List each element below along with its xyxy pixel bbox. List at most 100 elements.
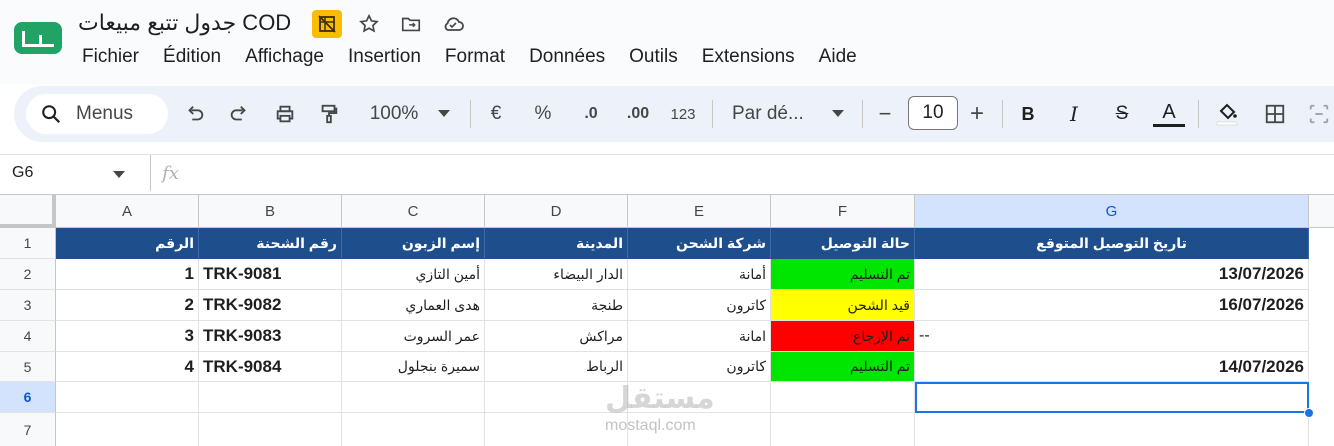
strikethrough-button[interactable]: S xyxy=(1108,96,1136,132)
status-cell[interactable]: تم التسليم xyxy=(771,352,915,382)
zoom-dropdown-icon[interactable] xyxy=(432,96,456,132)
empty-cell[interactable] xyxy=(771,413,915,446)
table-cell[interactable]: سميرة بنجلول xyxy=(342,352,485,382)
row-header-5[interactable]: 5 xyxy=(0,352,56,382)
borders-icon[interactable] xyxy=(1260,96,1290,132)
zoom-select[interactable]: 100% xyxy=(364,96,424,132)
column-header-e[interactable]: E xyxy=(628,195,771,228)
row-header-4[interactable]: 4 xyxy=(0,321,56,352)
font-size-increase-button[interactable]: + xyxy=(964,96,990,132)
column-header-f[interactable]: F xyxy=(771,195,915,228)
table-cell[interactable]: عمر السروت xyxy=(342,321,485,352)
cloud-status-icon[interactable] xyxy=(438,10,468,38)
header-cell[interactable]: شركة الشحن xyxy=(628,228,771,259)
menu-donnees[interactable]: Données xyxy=(517,44,617,70)
table-cell[interactable]: طنجة xyxy=(485,290,628,321)
table-cell[interactable]: 16/07/2026 xyxy=(915,290,1309,321)
column-header-c[interactable]: C xyxy=(342,195,485,228)
table-cell[interactable]: 4 xyxy=(56,352,199,382)
table-cell[interactable]: الدار البيضاء xyxy=(485,259,628,290)
currency-button[interactable]: € xyxy=(484,96,508,132)
status-cell[interactable]: تم الإرجاع xyxy=(771,321,915,352)
table-cell[interactable]: الرباط xyxy=(485,352,628,382)
column-header-h[interactable] xyxy=(1309,195,1334,228)
table-cell[interactable]: مراكش xyxy=(485,321,628,352)
table-cell[interactable]: TRK-9081 xyxy=(199,259,342,290)
table-cell[interactable]: 2 xyxy=(56,290,199,321)
empty-cell[interactable] xyxy=(199,413,342,446)
table-cell[interactable]: كاترون xyxy=(628,352,771,382)
header-cell[interactable]: رقم الشحنة xyxy=(199,228,342,259)
paint-format-icon[interactable] xyxy=(314,96,344,132)
status-cell[interactable]: تم التسليم xyxy=(771,259,915,290)
menu-search[interactable]: Menus xyxy=(26,94,168,134)
font-size-decrease-button[interactable]: − xyxy=(872,96,898,132)
menu-outils[interactable]: Outils xyxy=(617,44,690,70)
empty-cell[interactable] xyxy=(771,382,915,413)
empty-cell[interactable] xyxy=(342,382,485,413)
decrease-decimal-button[interactable]: .0 xyxy=(574,96,608,132)
menu-insertion[interactable]: Insertion xyxy=(336,44,433,70)
menu-edition[interactable]: Édition xyxy=(151,44,233,70)
menu-extensions[interactable]: Extensions xyxy=(690,44,807,70)
spreadsheet-badge-icon[interactable] xyxy=(312,10,342,38)
print-icon[interactable] xyxy=(270,96,300,132)
menu-aide[interactable]: Aide xyxy=(807,44,869,70)
column-header-a[interactable]: A xyxy=(56,195,199,228)
table-cell[interactable]: هدى العماري xyxy=(342,290,485,321)
table-cell[interactable]: 1 xyxy=(56,259,199,290)
text-color-button[interactable]: A xyxy=(1152,96,1186,132)
move-folder-icon[interactable] xyxy=(396,10,426,38)
status-cell[interactable]: قيد الشحن xyxy=(771,290,915,321)
table-cell[interactable]: TRK-9083 xyxy=(199,321,342,352)
empty-cell[interactable] xyxy=(199,382,342,413)
table-cell[interactable]: 14/07/2026 xyxy=(915,352,1309,382)
empty-cell[interactable] xyxy=(342,413,485,446)
empty-cell[interactable] xyxy=(56,413,199,446)
row-header-6[interactable]: 6 xyxy=(0,382,56,413)
column-header-b[interactable]: B xyxy=(199,195,342,228)
name-box-dropdown-icon[interactable] xyxy=(113,166,125,184)
table-cell[interactable]: كاترون xyxy=(628,290,771,321)
undo-icon[interactable] xyxy=(180,96,210,132)
row-header-7[interactable]: 7 xyxy=(0,413,56,446)
column-header-g[interactable]: G xyxy=(915,195,1309,228)
fill-color-icon[interactable] xyxy=(1212,96,1242,132)
row-header-2[interactable]: 2 xyxy=(0,259,56,290)
column-header-d[interactable]: D xyxy=(485,195,628,228)
sheets-logo-icon[interactable] xyxy=(14,22,62,54)
table-cell[interactable]: -- xyxy=(915,321,1309,352)
font-size-input[interactable]: 10 xyxy=(908,96,958,130)
table-cell[interactable]: أمانة xyxy=(628,259,771,290)
header-cell[interactable]: المدينة xyxy=(485,228,628,259)
font-dropdown-icon[interactable] xyxy=(826,96,850,132)
italic-button[interactable]: I xyxy=(1060,96,1088,132)
header-cell[interactable]: تاريخ التوصيل المتوقع xyxy=(915,228,1309,259)
bold-button[interactable]: B xyxy=(1014,96,1042,132)
table-cell[interactable]: 3 xyxy=(56,321,199,352)
header-cell[interactable]: الرقم xyxy=(56,228,199,259)
table-cell[interactable]: امانة xyxy=(628,321,771,352)
menu-format[interactable]: Format xyxy=(433,44,517,70)
star-icon[interactable] xyxy=(354,10,384,38)
fill-handle[interactable] xyxy=(1304,408,1314,418)
header-cell[interactable]: إسم الزبون xyxy=(342,228,485,259)
table-cell[interactable]: أمين التازي xyxy=(342,259,485,290)
header-cell[interactable]: حالة التوصيل xyxy=(771,228,915,259)
menu-fichier[interactable]: Fichier xyxy=(70,44,151,70)
row-header-1[interactable]: 1 xyxy=(0,228,56,259)
number-format-button[interactable]: 123 xyxy=(666,96,700,132)
name-box[interactable]: G6 xyxy=(12,164,33,182)
row-header-3[interactable]: 3 xyxy=(0,290,56,321)
empty-cell[interactable] xyxy=(915,413,1309,446)
menu-affichage[interactable]: Affichage xyxy=(233,44,336,70)
increase-decimal-button[interactable]: .00 xyxy=(618,96,658,132)
document-title[interactable]: جدول تتبع مبيعات COD xyxy=(78,10,291,36)
table-cell[interactable]: 13/07/2026 xyxy=(915,259,1309,290)
table-cell[interactable]: TRK-9082 xyxy=(199,290,342,321)
select-all-corner[interactable] xyxy=(0,195,56,228)
merge-cells-icon[interactable] xyxy=(1304,96,1334,132)
font-family-select[interactable]: Par dé... xyxy=(732,96,822,132)
empty-cell[interactable] xyxy=(56,382,199,413)
percent-button[interactable]: % xyxy=(530,96,556,132)
